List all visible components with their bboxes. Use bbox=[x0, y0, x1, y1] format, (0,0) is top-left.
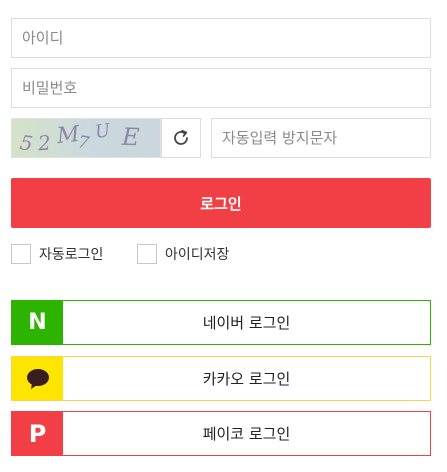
naver-icon-box: N bbox=[12, 301, 63, 344]
save-id-check-box[interactable] bbox=[137, 244, 157, 264]
payco-login-button[interactable]: P 페이코 로그인 bbox=[11, 411, 431, 456]
naver-n-icon: N bbox=[28, 310, 47, 335]
id-input[interactable] bbox=[11, 18, 431, 58]
auto-login-check-box[interactable] bbox=[11, 244, 31, 264]
kakao-icon-box bbox=[12, 357, 63, 400]
captcha-char: E bbox=[121, 122, 141, 152]
save-id-label: 아이디저장 bbox=[165, 247, 230, 263]
login-button[interactable]: 로그인 bbox=[11, 178, 431, 228]
password-input[interactable] bbox=[11, 68, 431, 108]
kakao-login-label: 카카오 로그인 bbox=[202, 370, 291, 388]
refresh-icon bbox=[174, 129, 188, 145]
kakao-login-button[interactable]: 카카오 로그인 bbox=[11, 356, 431, 401]
naver-login-label: 네이버 로그인 bbox=[202, 314, 291, 332]
captcha-char: 7 bbox=[76, 132, 91, 154]
captcha-char: 2 bbox=[37, 130, 52, 156]
payco-icon-box: P bbox=[12, 412, 63, 455]
payco-login-label: 페이코 로그인 bbox=[202, 425, 291, 443]
captcha-char: U bbox=[93, 120, 112, 143]
auto-login-label: 자동로그인 bbox=[39, 247, 104, 263]
captcha-refresh-button[interactable] bbox=[161, 118, 201, 158]
payco-p-icon: P bbox=[28, 419, 47, 448]
save-id-checkbox[interactable]: 아이디저장 bbox=[137, 244, 229, 264]
auto-login-checkbox[interactable]: 자동로그인 bbox=[11, 244, 103, 264]
naver-login-button[interactable]: N 네이버 로그인 bbox=[11, 300, 431, 345]
kakao-talk-icon bbox=[26, 368, 49, 389]
captcha-input[interactable] bbox=[211, 118, 431, 158]
captcha-char: 5 bbox=[18, 130, 35, 156]
captcha-image: 5 2 M 7 U E bbox=[11, 118, 161, 158]
